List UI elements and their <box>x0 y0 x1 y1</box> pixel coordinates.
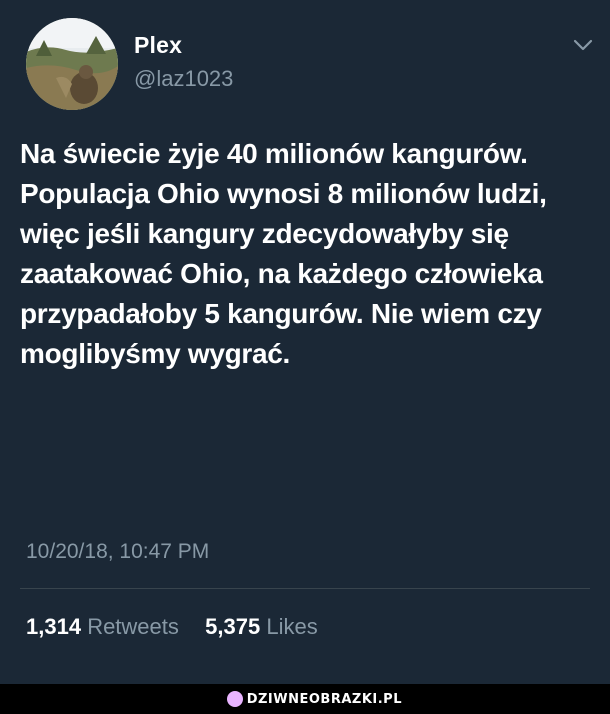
display-name[interactable]: Plex <box>134 32 182 59</box>
retweets-count[interactable]: 1,314 <box>26 614 81 639</box>
watermark-logo-icon <box>226 691 243 707</box>
divider <box>20 588 590 589</box>
watermark-text: DZIWNEOBRAZKI.PL <box>246 691 402 707</box>
tweet-stats: 1,314 Retweets 5,375 Likes <box>26 614 318 640</box>
watermark: DZIWNEOBRAZKI.PL <box>226 689 402 709</box>
watermark-bar: DZIWNEOBRAZKI.PL <box>0 684 610 714</box>
retweets-label[interactable]: Retweets <box>87 614 179 639</box>
likes-count[interactable]: 5,375 <box>205 614 260 639</box>
tweet-timestamp[interactable]: 10/20/18, 10:47 PM <box>26 540 209 564</box>
likes-label[interactable]: Likes <box>266 614 317 639</box>
user-handle[interactable]: @laz1023 <box>134 66 233 92</box>
avatar-image <box>26 18 118 110</box>
tweet-text: Na świecie żyje 40 milionów kangurów. Po… <box>20 138 547 369</box>
tweet-card: Plex @laz1023 Na świecie żyje 40 milionó… <box>0 0 610 684</box>
chevron-down-icon[interactable] <box>573 38 593 52</box>
avatar[interactable] <box>26 18 118 110</box>
